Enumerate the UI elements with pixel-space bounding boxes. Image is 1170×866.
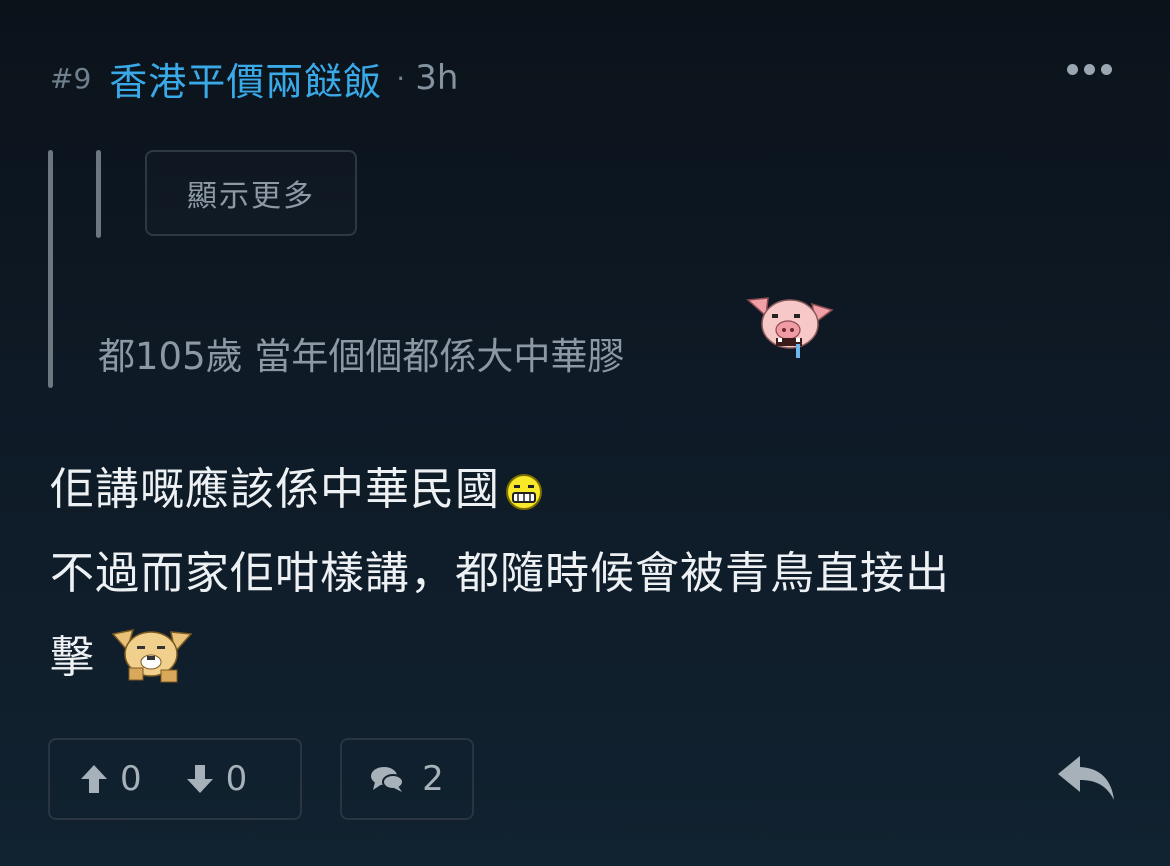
post-number: #9 — [50, 61, 92, 95]
separator-dot: · — [396, 61, 406, 95]
arrow-up-icon — [81, 765, 107, 793]
post-content: 佢講嘅應該係中華民國 不過而家佢咁樣講，都隨時候會被青鳥直接出 擊 — [50, 448, 1120, 700]
quote-bar — [48, 150, 53, 388]
upvote-button[interactable]: 0 — [80, 759, 142, 799]
vote-box: 0 0 — [48, 738, 302, 820]
upvote-count: 0 — [120, 759, 142, 799]
show-more-button[interactable]: 顯示更多 — [145, 150, 357, 236]
more-options-icon — [1067, 64, 1078, 75]
downvote-count: 0 — [225, 759, 248, 799]
arrow-down-icon — [186, 765, 213, 793]
content-line-1: 佢講嘅應該係中華民國 — [50, 448, 1120, 532]
post-time: 3h — [415, 58, 459, 98]
comments-button[interactable]: 2 — [340, 738, 474, 820]
dog-emoji-icon — [111, 629, 193, 683]
more-options-button[interactable] — [1067, 64, 1112, 75]
content-line-2: 不過而家佢咁樣講，都隨時候會被青鳥直接出 — [50, 548, 950, 599]
laughing-emoji-icon — [506, 474, 542, 510]
username-link[interactable]: 香港平價兩餸飯 — [109, 51, 382, 106]
post-header: #9 香港平價兩餸飯 · 3h — [50, 52, 458, 104]
comment-count: 2 — [422, 759, 444, 799]
pig-emoji-icon — [746, 297, 834, 358]
comment-bubbles-icon — [371, 767, 405, 792]
content-line-3: 擊 — [50, 616, 1120, 700]
quote-text: 都105歲 當年個個都係大中華膠 — [98, 335, 625, 378]
nested-quote-bar — [96, 150, 101, 238]
reply-arrow-icon[interactable] — [1054, 752, 1118, 804]
downvote-button[interactable]: 0 — [186, 759, 248, 799]
